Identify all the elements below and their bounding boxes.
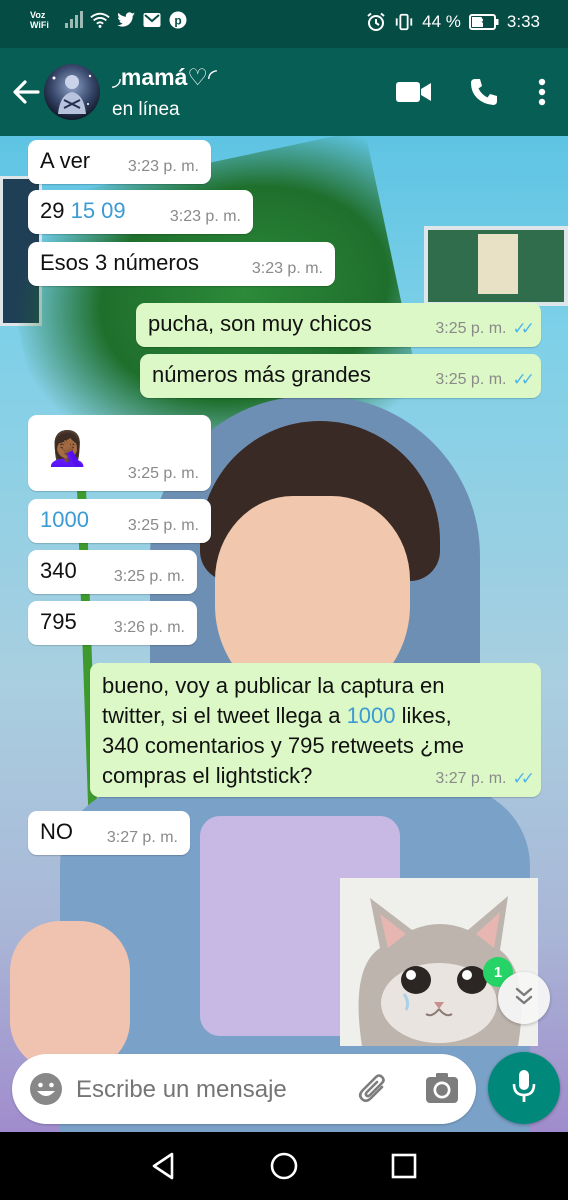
twitter-icon (116, 10, 136, 30)
message-time: 3:25 p. m. (127, 517, 199, 534)
message-incoming[interactable]: 29 15 09 3:23 p. m. (28, 190, 253, 234)
message-incoming[interactable]: 🤦🏾‍♀️ 3:25 p. m. (28, 415, 211, 491)
message-text: 340 (40, 558, 77, 583)
message-incoming[interactable]: 340 3:25 p. m. (28, 550, 197, 594)
message-text: números más grandes (152, 362, 371, 387)
mail-icon (142, 10, 162, 30)
more-options-icon[interactable] (536, 76, 548, 108)
wallpaper-hand (10, 921, 130, 1071)
battery-icon (468, 12, 499, 32)
signal-icon (64, 10, 84, 30)
message-text: NO (40, 819, 73, 844)
battery-percent: 44 % (422, 12, 461, 31)
double-chevron-down-icon (513, 985, 535, 1012)
message-outgoing[interactable]: pucha, son muy chicos 3:25 p. m. ✓✓ (136, 303, 541, 347)
message-time: 3:26 p. m. (113, 619, 185, 636)
message-time: 3:25 p. m. (435, 320, 507, 337)
wifi-icon (90, 10, 110, 30)
back-arrow-icon[interactable] (10, 76, 42, 108)
message-time: 3:25 p. m. (113, 568, 185, 585)
read-ticks-icon: ✓✓ (512, 370, 535, 389)
video-call-icon[interactable] (396, 76, 432, 108)
phone-number-link[interactable]: 1000 (347, 703, 396, 728)
svg-text:p: p (174, 14, 181, 28)
phone-number-link[interactable]: 15 09 (71, 198, 126, 223)
message-incoming[interactable]: 795 3:26 p. m. (28, 601, 197, 645)
recents-square-icon[interactable] (388, 1150, 420, 1182)
message-outgoing[interactable]: números más grandes 3:25 p. m. ✓✓ (140, 354, 541, 398)
message-outgoing[interactable]: bueno, voy a publicar la captura en twit… (90, 663, 541, 797)
message-text: 795 (40, 609, 77, 634)
camera-icon[interactable] (424, 1071, 460, 1107)
vibrate-icon (394, 12, 414, 32)
wallpaper-sign-inset (478, 234, 518, 294)
message-input[interactable] (76, 1071, 346, 1109)
system-nav-bar (0, 1132, 568, 1200)
attach-icon[interactable] (356, 1071, 392, 1107)
message-time: 3:23 p. m. (169, 208, 241, 225)
mic-button[interactable] (488, 1052, 560, 1124)
message-time: 3:23 p. m. (127, 158, 199, 175)
contact-avatar[interactable] (44, 64, 100, 120)
message-incoming[interactable]: Esos 3 números 3:23 p. m. (28, 242, 335, 286)
status-time: 3:33 (506, 12, 540, 31)
message-time: 3:27 p. m. (435, 770, 507, 787)
mic-icon (510, 1068, 538, 1109)
message-incoming[interactable]: 1000 3:25 p. m. (28, 499, 211, 543)
status-bar: Voz WiFi p 44 % 3:33 (0, 0, 568, 48)
message-time: 3:27 p. m. (106, 829, 178, 846)
phone-call-icon[interactable] (466, 76, 502, 108)
scroll-to-bottom-button[interactable] (498, 972, 550, 1024)
contact-status: en línea (112, 99, 180, 120)
pinterest-icon: p (168, 10, 188, 30)
back-triangle-icon[interactable] (148, 1150, 180, 1182)
message-text: A ver (40, 148, 91, 173)
message-time: 3:23 p. m. (251, 260, 323, 277)
phone-number-link[interactable]: 1000 (40, 507, 89, 533)
chat-header: ◞mamá♡◜ en línea (0, 48, 568, 136)
message-time: 3:25 p. m. (435, 371, 507, 388)
alarm-icon (366, 12, 386, 32)
chat-wallpaper: A ver 3:23 p. m. 29 15 09 3:23 p. m. Eso… (0, 136, 568, 1132)
message-text: 29 15 09 (40, 198, 126, 223)
contact-name[interactable]: ◞mamá♡◜ (112, 64, 217, 91)
message-text: pucha, son muy chicos (148, 311, 372, 336)
message-emoji: 🤦🏾‍♀️ (46, 430, 89, 468)
message-composer (12, 1054, 476, 1124)
voz-wifi-label: Voz WiFi (30, 10, 49, 30)
home-circle-icon[interactable] (268, 1150, 300, 1182)
message-incoming[interactable]: A ver 3:23 p. m. (28, 140, 211, 184)
read-ticks-icon: ✓✓ (512, 319, 535, 338)
message-incoming[interactable]: NO 3:27 p. m. (28, 811, 190, 855)
emoji-icon[interactable] (28, 1071, 64, 1107)
message-time: 3:25 p. m. (127, 465, 199, 482)
read-ticks-icon: ✓✓ (512, 769, 535, 788)
message-text: Esos 3 números (40, 250, 199, 275)
